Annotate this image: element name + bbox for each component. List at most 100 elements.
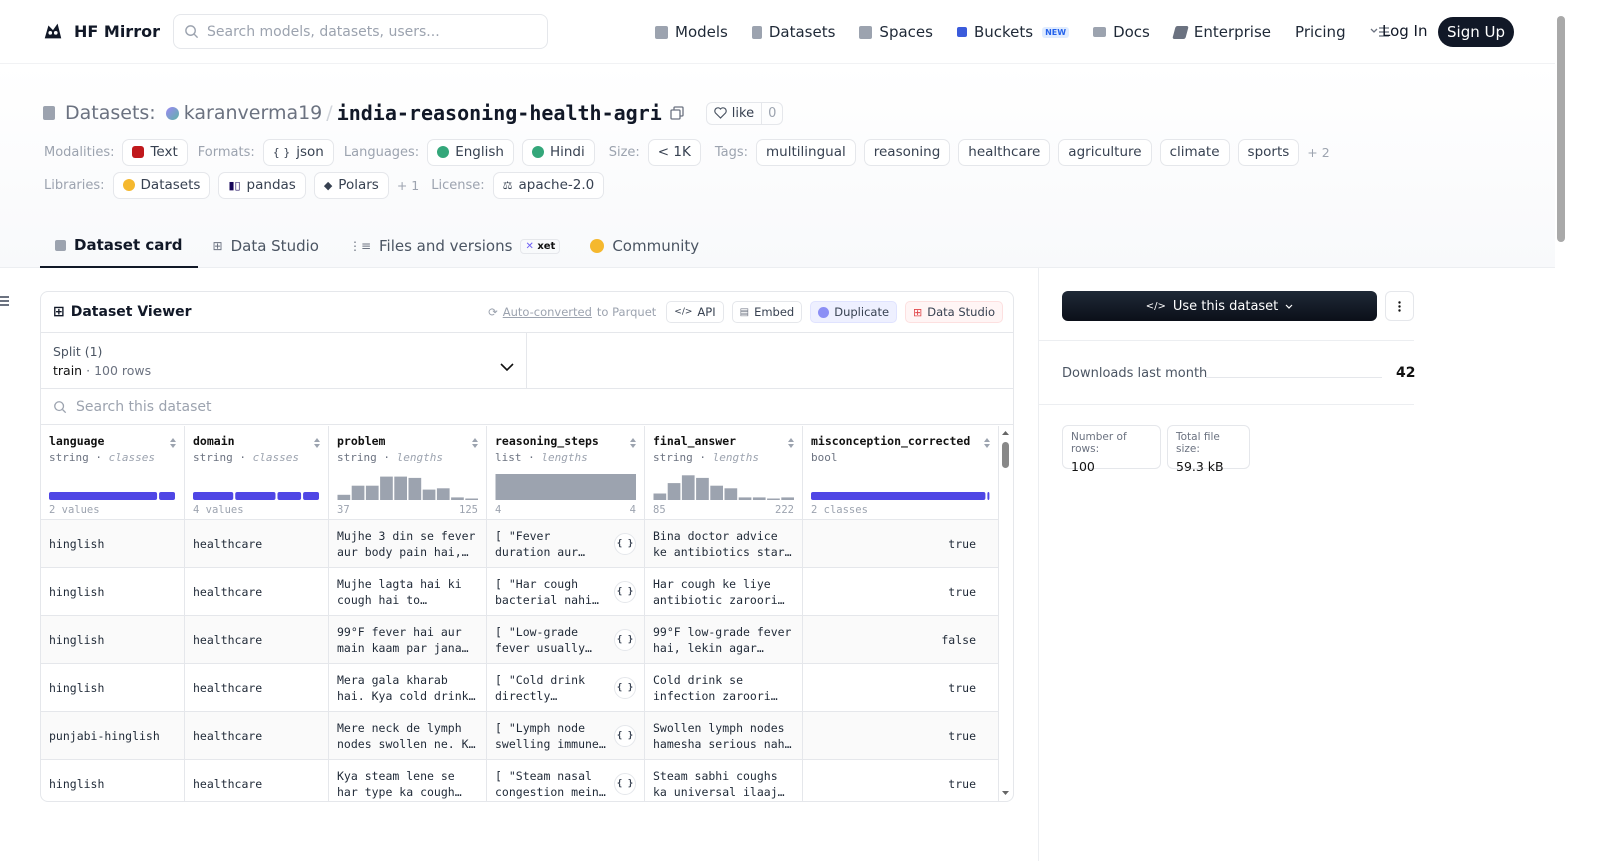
cell-final-answer[interactable]: Har cough ke liye antibiotic zaroori nah… bbox=[645, 568, 803, 615]
table-row[interactable]: hinglish healthcare Mera gala kharab hai. … bbox=[41, 664, 999, 712]
page-scrollbar[interactable] bbox=[1555, 0, 1568, 861]
sort-icon[interactable] bbox=[471, 437, 479, 449]
library-chip-pandas[interactable]: ▮▯ pandas bbox=[218, 171, 306, 199]
cell-domain[interactable]: healthcare bbox=[185, 616, 329, 663]
tab-files-and-versions[interactable]: ⋮≡ Files and versions ✕ xet bbox=[334, 224, 575, 268]
column-distribution[interactable] bbox=[49, 472, 176, 500]
scroll-down-icon[interactable] bbox=[998, 788, 1013, 798]
embed-button[interactable]: ▤ Embed bbox=[731, 301, 803, 323]
license-chip[interactable]: ⚖ apache-2.0 bbox=[492, 171, 605, 199]
language-chip-hindi[interactable]: Hindi bbox=[521, 138, 595, 166]
sort-icon[interactable] bbox=[169, 437, 177, 449]
expand-json-icon[interactable]: { } bbox=[614, 677, 636, 699]
language-chip-english[interactable]: English bbox=[427, 138, 514, 166]
tag-chip[interactable]: sports bbox=[1237, 138, 1300, 166]
table-row[interactable]: punjabi-hinglish healthcare Mere neck de l… bbox=[41, 712, 999, 760]
nav-docs[interactable]: Docs bbox=[1093, 23, 1150, 41]
api-button[interactable]: </> API bbox=[666, 301, 724, 323]
nav-datasets[interactable]: Datasets bbox=[751, 23, 835, 41]
cell-reasoning-steps[interactable]: [ "Fever duration aur symptoms check kar… bbox=[487, 520, 645, 567]
table-row[interactable]: hinglish healthcare Mujhe 3 din se fever a… bbox=[41, 520, 999, 568]
column-distribution[interactable] bbox=[495, 472, 636, 500]
size-chip[interactable]: < 1K bbox=[647, 138, 701, 166]
column-header-reasoning-steps[interactable]: reasoning_steps list · lengths 4 4 bbox=[487, 426, 645, 519]
split-selector[interactable]: Split (1) train · 100 rows bbox=[41, 333, 527, 389]
column-header-domain[interactable]: domain string · classes 4 values bbox=[185, 426, 329, 519]
dataset-search[interactable] bbox=[41, 389, 1013, 425]
more-options-button[interactable] bbox=[1385, 291, 1414, 321]
cell-domain[interactable]: healthcare bbox=[185, 520, 329, 567]
scroll-up-icon[interactable] bbox=[998, 428, 1013, 438]
table-scrollbar[interactable] bbox=[998, 426, 1013, 801]
cell-domain[interactable]: healthcare bbox=[185, 760, 329, 801]
sort-icon[interactable] bbox=[313, 437, 321, 449]
table-scroll-thumb[interactable] bbox=[1002, 442, 1009, 468]
cell-language[interactable]: hinglish bbox=[41, 616, 185, 663]
auto-converted-link[interactable]: Auto-converted bbox=[503, 305, 592, 319]
table-row[interactable]: hinglish healthcare Kya steam lene se har … bbox=[41, 760, 999, 801]
use-this-dataset-button[interactable]: </> Use this dataset bbox=[1062, 291, 1377, 321]
cell-language[interactable]: hinglish bbox=[41, 520, 185, 567]
cell-misconception-corrected[interactable]: true bbox=[803, 664, 999, 711]
cell-problem[interactable]: Mujhe 3 din se fever aur body pain hai, … bbox=[329, 520, 487, 567]
cell-language[interactable]: hinglish bbox=[41, 664, 185, 711]
brand-logo[interactable]: HF Mirror bbox=[42, 20, 160, 42]
like-button[interactable]: like 0 bbox=[705, 101, 784, 125]
column-distribution[interactable] bbox=[653, 472, 794, 500]
login-link[interactable]: Log In bbox=[1382, 22, 1428, 40]
nav-enterprise[interactable]: Enterprise bbox=[1172, 23, 1271, 41]
column-distribution[interactable] bbox=[193, 472, 320, 500]
nav-models[interactable]: Models bbox=[655, 23, 728, 41]
expand-json-icon[interactable]: { } bbox=[614, 533, 636, 555]
cell-misconception-corrected[interactable]: true bbox=[803, 568, 999, 615]
owner-link[interactable]: karanverma19 bbox=[184, 102, 323, 124]
sort-icon[interactable] bbox=[629, 437, 637, 449]
column-distribution[interactable] bbox=[337, 472, 478, 500]
cell-final-answer[interactable]: 99°F low-grade fever hai, lekin agar sym… bbox=[645, 616, 803, 663]
cell-misconception-corrected[interactable]: true bbox=[803, 712, 999, 759]
cell-problem[interactable]: Mere neck de lymph nodes swollen ne. Ki … bbox=[329, 712, 487, 759]
data-studio-button[interactable]: ⊞ Data Studio bbox=[905, 301, 1003, 323]
tag-chip[interactable]: healthcare bbox=[958, 138, 1051, 166]
global-search[interactable] bbox=[173, 14, 548, 49]
cell-problem[interactable]: 99°F fever hai aur main kaam par jana ch… bbox=[329, 616, 487, 663]
cell-domain[interactable]: healthcare bbox=[185, 568, 329, 615]
tag-chip[interactable]: reasoning bbox=[863, 138, 951, 166]
cell-misconception-corrected[interactable]: true bbox=[803, 760, 999, 801]
cell-final-answer[interactable]: Steam sabhi coughs ka universal ilaaj na… bbox=[645, 760, 803, 801]
table-row[interactable]: hinglish healthcare 99°F fever hai aur mai… bbox=[41, 616, 999, 664]
expand-json-icon[interactable]: { } bbox=[614, 773, 636, 795]
cell-problem[interactable]: Mujhe lagta hai ki cough hai to antibiot… bbox=[329, 568, 487, 615]
column-header-language[interactable]: language string · classes 2 values bbox=[41, 426, 185, 519]
nav-buckets[interactable]: Buckets NEW bbox=[956, 23, 1070, 41]
nav-pricing[interactable]: Pricing bbox=[1295, 23, 1346, 41]
tab-community[interactable]: Community bbox=[575, 224, 714, 268]
expand-json-icon[interactable]: { } bbox=[614, 725, 636, 747]
modality-chip-text[interactable]: Text bbox=[122, 138, 188, 166]
cell-final-answer[interactable]: Swollen lymph nodes hamesha serious nahi… bbox=[645, 712, 803, 759]
library-chip-datasets[interactable]: Datasets bbox=[112, 171, 211, 199]
duplicate-button[interactable]: Duplicate bbox=[810, 301, 898, 323]
table-row[interactable]: hinglish healthcare Mujhe lagta hai ki cou… bbox=[41, 568, 999, 616]
tags-more[interactable]: + 2 bbox=[1307, 145, 1329, 160]
cell-language[interactable]: hinglish bbox=[41, 760, 185, 801]
dataset-search-input[interactable] bbox=[76, 398, 476, 415]
expand-json-icon[interactable]: { } bbox=[614, 581, 636, 603]
copy-icon[interactable] bbox=[670, 106, 684, 120]
cell-problem[interactable]: Mera gala kharab hai. Kya cold drink pee… bbox=[329, 664, 487, 711]
cell-reasoning-steps[interactable]: [ "Har cough bacterial nahi hota" { } bbox=[487, 568, 645, 615]
sort-icon[interactable] bbox=[787, 437, 795, 449]
column-header-problem[interactable]: problem string · lengths 37 125 bbox=[329, 426, 487, 519]
cell-misconception-corrected[interactable]: false bbox=[803, 616, 999, 663]
cell-reasoning-steps[interactable]: [ "Cold drink directly infection nahi ka… bbox=[487, 664, 645, 711]
libraries-more[interactable]: + 1 bbox=[397, 178, 419, 193]
cell-final-answer[interactable]: Cold drink se infection zaroori nahi hot… bbox=[645, 664, 803, 711]
column-header-misconception-corrected[interactable]: misconception_corrected bool 2 classes bbox=[803, 426, 999, 519]
cell-final-answer[interactable]: Bina doctor advice ke antibiotics start … bbox=[645, 520, 803, 567]
cell-reasoning-steps[interactable]: [ "Low-grade fever usually mild hota hai… bbox=[487, 616, 645, 663]
global-search-input[interactable] bbox=[207, 23, 527, 40]
nav-spaces[interactable]: Spaces bbox=[859, 23, 933, 41]
cell-misconception-corrected[interactable]: true bbox=[803, 520, 999, 567]
sidebar-toggle[interactable] bbox=[0, 296, 9, 308]
repo-type-link[interactable]: Datasets: bbox=[65, 102, 156, 124]
